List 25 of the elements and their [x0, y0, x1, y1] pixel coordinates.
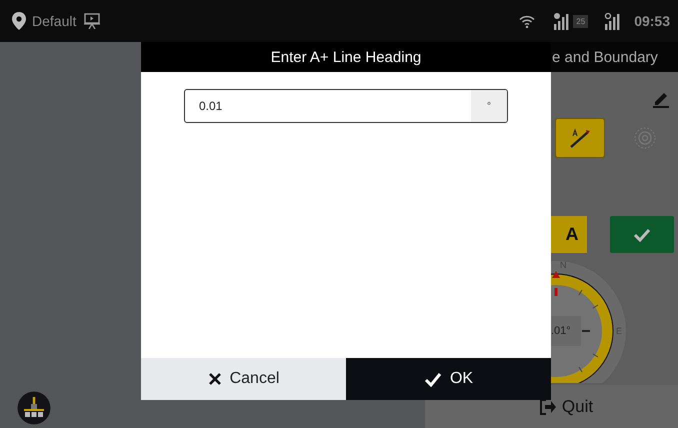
location-name: Default	[32, 13, 76, 29]
close-icon	[208, 372, 222, 386]
point-a-button[interactable]: A	[551, 216, 587, 253]
heading-input-field[interactable]: 0.01 °	[184, 89, 508, 123]
line-tool-icon	[568, 126, 592, 150]
panel-title: e and Boundary	[552, 48, 658, 66]
a-plus-line-button[interactable]	[555, 118, 605, 158]
satellite-signal-icon	[553, 12, 570, 30]
satellite-count: 25	[573, 14, 588, 28]
implement-icon[interactable]	[16, 390, 52, 426]
heading-reading: .01°	[551, 316, 581, 346]
edit-icon[interactable]	[652, 90, 670, 108]
clock-time: 09:53	[634, 13, 670, 29]
dialog-title: Enter A+ Line Heading	[141, 42, 551, 72]
cancel-button[interactable]: Cancel	[141, 358, 346, 400]
wifi-icon	[519, 14, 536, 28]
location-pin-icon	[12, 12, 26, 30]
check-icon	[424, 372, 442, 386]
degree-unit: °	[471, 90, 507, 122]
signal-icon	[604, 12, 620, 30]
exit-icon	[540, 398, 556, 414]
ok-button[interactable]: OK	[346, 358, 551, 400]
confirm-button[interactable]	[610, 216, 674, 253]
check-icon	[633, 228, 651, 242]
presentation-icon	[84, 13, 100, 29]
